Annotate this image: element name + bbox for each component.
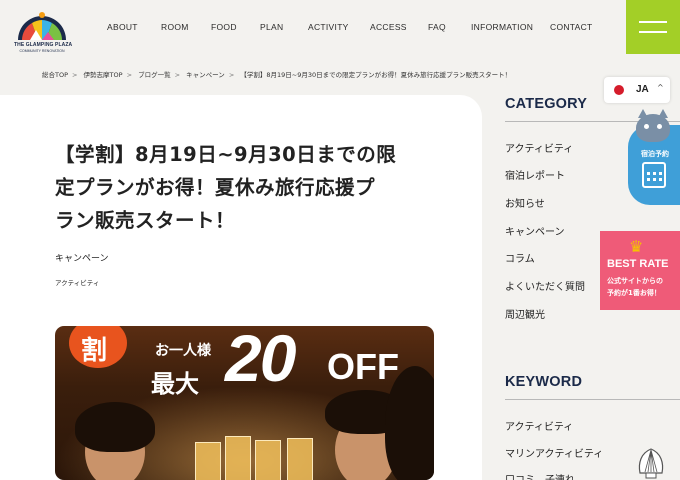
article-tag[interactable]: アクティビティ	[55, 277, 99, 287]
nav-contact[interactable]: CONTACT	[550, 22, 593, 32]
hero-max: 最大	[151, 370, 199, 398]
calendar-icon	[642, 162, 666, 188]
nav-faq[interactable]: FAQ	[428, 22, 446, 32]
breadcrumb-separator: >	[126, 71, 133, 79]
best-rate-title: BEST RATE	[607, 258, 669, 270]
menu-bar	[639, 21, 667, 23]
sidebar-category-item[interactable]: コラム	[505, 250, 535, 265]
breadcrumb-separator: >	[174, 71, 181, 79]
nav-room[interactable]: ROOM	[161, 22, 189, 32]
breadcrumb-separator: >	[72, 71, 78, 79]
nav-about[interactable]: ABOUT	[107, 22, 138, 32]
language-label: JA	[636, 84, 649, 95]
hero-per-person: お一人様	[155, 343, 211, 359]
breadcrumb: 総合TOP > 伊勢志摩TOP > ブログ一覧 > キャンペーン > 【学割】8月19日…	[42, 69, 515, 79]
nav-plan[interactable]: PLAN	[260, 22, 283, 32]
crown-icon: ♛	[629, 237, 644, 256]
breadcrumb-current: 【学割】8月19日~9月30日までの限定プランがお得！夏休み旅行応援プラン販売ス…	[240, 71, 512, 79]
logo-emblem-icon	[18, 12, 66, 40]
logo-subtitle: COMMUNITY RENOVATION	[19, 49, 65, 53]
japan-flag-icon	[614, 85, 624, 95]
hero-glass	[287, 438, 313, 480]
breadcrumb-item[interactable]: 伊勢志摩TOP	[84, 71, 123, 79]
nav-access[interactable]: ACCESS	[370, 22, 407, 32]
breadcrumb-separator: >	[228, 71, 235, 79]
category-heading: CATEGORY	[505, 96, 588, 112]
keyword-divider	[505, 399, 680, 400]
sidebar-category-item[interactable]: よくいただく質問	[505, 278, 585, 293]
sidebar-keyword-item[interactable]: 口コミ 子連れ	[505, 471, 575, 480]
booking-label: 宿泊予約	[641, 150, 669, 158]
hero-hair	[75, 402, 155, 452]
article-category[interactable]: キャンペーン	[55, 251, 109, 264]
article-title-line: ラン販売スタート！	[55, 209, 236, 232]
hero-glass	[195, 442, 221, 480]
sidebar-category-item[interactable]: キャンペーン	[505, 223, 565, 238]
sidebar-keyword-item[interactable]: マリンアクティビティ	[505, 445, 603, 460]
sidebar-keyword-item[interactable]: アクティビティ	[505, 418, 573, 433]
site-logo[interactable]: THE GLAMPING PLAZA COMMUNITY RENOVATION	[14, 6, 73, 56]
article-title: 【学割】8月19日~9月30日までの限 定プランがお得！夏休み旅行応援プ ラン販…	[55, 138, 440, 237]
breadcrumb-item[interactable]: 総合TOP	[42, 71, 68, 79]
shell-icon[interactable]	[637, 447, 665, 480]
breadcrumb-item[interactable]: ブログ一覧	[138, 71, 171, 79]
mascot-icon	[636, 109, 670, 142]
article-title-line: 定プランがお得！夏休み旅行応援プ	[55, 176, 376, 199]
article-title-line: 【学割】8月19日~9月30日までの限	[55, 143, 397, 166]
hero-percent: 20	[225, 326, 296, 395]
sidebar-category-item[interactable]: 周辺観光	[505, 306, 545, 321]
hero-badge-text: 割	[81, 336, 108, 366]
language-switcher[interactable]: JA ^	[604, 77, 670, 103]
menu-bar	[639, 31, 667, 33]
best-rate-line1: 公式サイトからの	[607, 277, 663, 285]
hero-image: 割 お一人様 最大 20 OFF	[55, 326, 434, 480]
best-rate-line2: 予約が1番お得！	[607, 289, 661, 297]
nav-food[interactable]: FOOD	[211, 22, 237, 32]
hamburger-icon[interactable]	[626, 0, 680, 54]
keyword-heading: KEYWORD	[505, 374, 583, 390]
chevron-up-icon: ^	[657, 83, 664, 92]
nav-activity[interactable]: ACTIVITY	[308, 22, 349, 32]
hero-off: OFF	[327, 346, 399, 387]
best-rate-banner[interactable]: ♛ BEST RATE 公式サイトからの 予約が1番お得！	[600, 231, 680, 310]
site-header: THE GLAMPING PLAZA COMMUNITY RENOVATION …	[0, 0, 680, 62]
sidebar-category-item[interactable]: アクティビティ	[505, 140, 573, 155]
sidebar-category-item[interactable]: 宿泊レポート	[505, 167, 565, 182]
sidebar-category-item[interactable]: お知らせ	[505, 195, 545, 210]
logo-title: THE GLAMPING PLAZA	[14, 42, 73, 48]
hero-glass	[225, 436, 251, 480]
hero-glass	[255, 440, 281, 480]
breadcrumb-item[interactable]: キャンペーン	[186, 71, 225, 79]
nav-information[interactable]: INFORMATION	[471, 22, 533, 32]
